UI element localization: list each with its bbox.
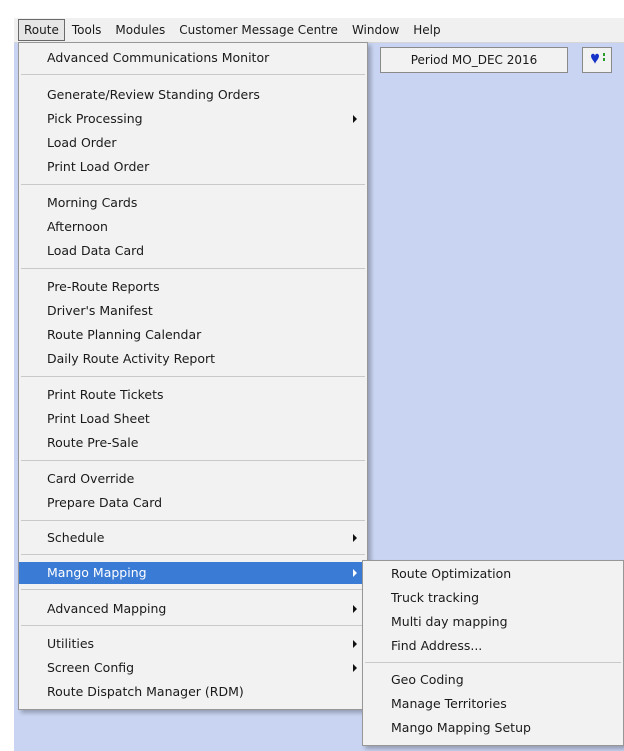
submenu-arrow-icon (353, 664, 357, 672)
submenu-item-geo-coding[interactable]: Geo Coding (363, 669, 623, 691)
menu-item-route-planning-calendar[interactable]: Route Planning Calendar (19, 324, 367, 346)
menu-separator (21, 554, 365, 555)
menu-item-prepare-data-card[interactable]: Prepare Data Card (19, 492, 367, 514)
menu-item-afternoon[interactable]: Afternoon (19, 216, 367, 238)
submenu-item-multi-day-mapping[interactable]: Multi day mapping (363, 611, 623, 633)
menu-item-route-dispatch-manager[interactable]: Route Dispatch Manager (RDM) (19, 681, 367, 703)
submenu-item-truck-tracking[interactable]: Truck tracking (363, 587, 623, 609)
menu-separator (21, 74, 365, 75)
submenu-item-find-address[interactable]: Find Address... (363, 635, 623, 657)
menu-item-daily-route-activity-report[interactable]: Daily Route Activity Report (19, 348, 367, 370)
menu-item-utilities[interactable]: Utilities (19, 633, 367, 655)
menu-separator (21, 460, 365, 461)
menu-item-load-data-card[interactable]: Load Data Card (19, 240, 367, 262)
menu-separator (21, 625, 365, 626)
menu-item-route-pre-sale[interactable]: Route Pre-Sale (19, 432, 367, 454)
submenu-item-route-optimization[interactable]: Route Optimization (363, 563, 623, 585)
menu-bar: Route Tools Modules Customer Message Cen… (14, 18, 624, 43)
submenu-arrow-icon (353, 115, 357, 123)
submenu-arrow-icon (353, 605, 357, 613)
mango-mapping-submenu: Route Optimization Truck tracking Multi … (362, 560, 624, 746)
menu-tools[interactable]: Tools (65, 20, 109, 40)
menu-item-print-load-sheet[interactable]: Print Load Sheet (19, 408, 367, 430)
route-menu: Advanced Communications Monitor Generate… (18, 42, 368, 710)
menu-item-pick-processing[interactable]: Pick Processing (19, 108, 367, 130)
menu-item-mango-mapping[interactable]: Mango Mapping (19, 562, 367, 584)
menu-item-drivers-manifest[interactable]: Driver's Manifest (19, 300, 367, 322)
menu-separator (21, 520, 365, 521)
menu-item-schedule[interactable]: Schedule (19, 527, 367, 549)
menu-item-generate-review-standing-orders[interactable]: Generate/Review Standing Orders (19, 84, 367, 106)
menu-separator (21, 184, 365, 185)
menu-item-screen-config[interactable]: Screen Config (19, 657, 367, 679)
menu-item-card-override[interactable]: Card Override (19, 468, 367, 490)
menu-item-advanced-mapping[interactable]: Advanced Mapping (19, 598, 367, 620)
submenu-arrow-icon (353, 569, 357, 577)
submenu-item-mango-mapping-setup[interactable]: Mango Mapping Setup (363, 717, 623, 739)
menu-item-load-order[interactable]: Load Order (19, 132, 367, 154)
menu-item-print-route-tickets[interactable]: Print Route Tickets (19, 384, 367, 406)
menu-help[interactable]: Help (406, 20, 447, 40)
menu-window[interactable]: Window (345, 20, 406, 40)
menu-separator (365, 662, 621, 663)
menu-item-print-load-order[interactable]: Print Load Order (19, 156, 367, 178)
menu-separator (21, 589, 365, 590)
menu-route[interactable]: Route (18, 19, 65, 41)
submenu-item-manage-territories[interactable]: Manage Territories (363, 693, 623, 715)
period-button[interactable]: Period MO_DEC 2016 (380, 47, 568, 73)
menu-item-advanced-communications-monitor[interactable]: Advanced Communications Monitor (19, 47, 367, 69)
menu-modules[interactable]: Modules (108, 20, 172, 40)
menu-item-pre-route-reports[interactable]: Pre-Route Reports (19, 276, 367, 298)
heart-icon (591, 53, 605, 64)
submenu-arrow-icon (353, 640, 357, 648)
menu-separator (21, 376, 365, 377)
menu-separator (21, 268, 365, 269)
submenu-arrow-icon (353, 534, 357, 542)
menu-customer-message-centre[interactable]: Customer Message Centre (172, 20, 345, 40)
menu-item-morning-cards[interactable]: Morning Cards (19, 192, 367, 214)
toolbar-icon-button[interactable] (582, 47, 612, 73)
